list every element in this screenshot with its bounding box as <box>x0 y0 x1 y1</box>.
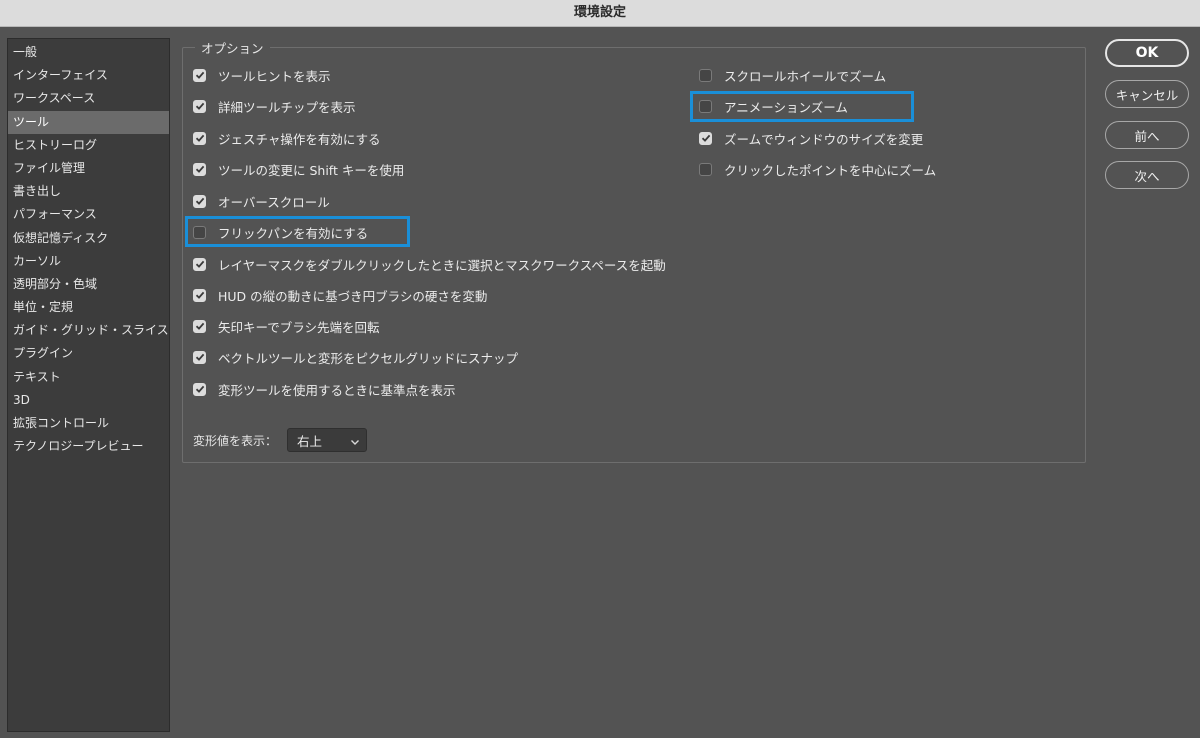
option-show-tooltips[interactable]: ツールヒントを表示 <box>193 65 331 85</box>
option-zoom-clicked-point-to-center[interactable]: クリックしたポイントを中心にズーム <box>699 159 936 179</box>
chevron-down-icon <box>350 435 360 450</box>
checkbox-checked-icon[interactable] <box>193 194 206 208</box>
checkbox-checked-icon[interactable] <box>193 382 206 396</box>
sidebar-item-general[interactable]: 一般 <box>8 41 169 64</box>
options-group-title: オプション <box>195 38 270 57</box>
checkbox-checked-icon[interactable] <box>193 99 206 113</box>
sidebar-item-export[interactable]: 書き出し <box>8 180 169 203</box>
option-hud-brush-hardness[interactable]: HUD の縦の動きに基づき円ブラシの硬さを変動 <box>193 285 487 305</box>
sidebar-item-transparency-gamut[interactable]: 透明部分・色域 <box>8 273 169 296</box>
checkbox-checked-icon[interactable] <box>193 319 206 333</box>
option-label: ジェスチャ操作を有効にする <box>218 131 381 147</box>
option-label: HUD の縦の動きに基づき円ブラシの硬さを変動 <box>218 288 488 304</box>
option-label: 詳細ツールチップを表示 <box>218 99 356 115</box>
transform-values-row: 変形値を表示： 右上 <box>193 428 368 452</box>
cancel-button[interactable]: キャンセル <box>1105 80 1189 108</box>
option-show-rich-tooltips[interactable]: 詳細ツールチップを表示 <box>193 96 356 116</box>
option-show-reference-point[interactable]: 変形ツールを使用するときに基準点を表示 <box>193 379 456 399</box>
option-overscroll[interactable]: オーバースクロール <box>193 191 330 211</box>
option-label: アニメーションズーム <box>724 99 848 115</box>
option-label: 変形ツールを使用するときに基準点を表示 <box>218 382 456 398</box>
option-label: クリックしたポイントを中心にズーム <box>724 162 937 178</box>
sidebar-item-cursors[interactable]: カーソル <box>8 250 169 273</box>
ok-button[interactable]: OK <box>1105 39 1189 67</box>
checkbox-checked-icon[interactable] <box>193 68 206 82</box>
checkbox-checked-icon[interactable] <box>193 162 206 176</box>
option-label: フリックパンを有効にする <box>218 225 369 241</box>
sidebar-item-technology-previews[interactable]: テクノロジープレビュー <box>8 435 169 458</box>
option-label: ベクトルツールと変形をピクセルグリッドにスナップ <box>218 350 519 366</box>
checkbox-checked-icon[interactable] <box>193 350 206 364</box>
option-label: ツールヒントを表示 <box>218 68 331 84</box>
checkbox-checked-icon[interactable] <box>193 131 206 145</box>
transform-values-selected: 右上 <box>297 433 323 449</box>
sidebar-item-workspace[interactable]: ワークスペース <box>8 87 169 110</box>
sidebar: 一般 インターフェイス ワークスペース ツール ヒストリーログ ファイル管理 書… <box>7 38 170 732</box>
checkbox-unchecked-icon[interactable] <box>699 68 712 82</box>
option-label: レイヤーマスクをダブルクリックしたときに選択とマスクワークスペースを起動 <box>218 257 666 273</box>
sidebar-item-units-rulers[interactable]: 単位・定規 <box>8 296 169 319</box>
option-animated-zoom[interactable]: アニメーションズーム <box>699 96 848 116</box>
sidebar-item-3d[interactable]: 3D <box>8 389 169 412</box>
sidebar-item-type[interactable]: テキスト <box>8 366 169 389</box>
option-zoom-with-scroll-wheel[interactable]: スクロールホイールでズーム <box>699 65 886 85</box>
checkbox-checked-icon[interactable] <box>193 257 206 271</box>
option-arrow-keys-rotate-brush[interactable]: 矢印キーでブラシ先端を回転 <box>193 316 380 336</box>
sidebar-item-plugins[interactable]: プラグイン <box>8 342 169 365</box>
window-title: 環境設定 <box>0 0 1200 27</box>
option-snap-to-pixel-grid[interactable]: ベクトルツールと変形をピクセルグリッドにスナップ <box>193 347 518 367</box>
next-button[interactable]: 次へ <box>1105 161 1189 189</box>
prev-button[interactable]: 前へ <box>1105 121 1189 149</box>
sidebar-item-guides-grid-slices[interactable]: ガイド・グリッド・スライス <box>8 319 169 342</box>
option-enable-gestures[interactable]: ジェスチャ操作を有効にする <box>193 128 381 148</box>
transform-values-select[interactable]: 右上 <box>287 428 368 452</box>
option-label: 矢印キーでブラシ先端を回転 <box>218 319 380 335</box>
option-label: スクロールホイールでズーム <box>724 68 887 84</box>
checkbox-checked-icon[interactable] <box>699 131 712 145</box>
option-enable-flick-panning[interactable]: フリックパンを有効にする <box>193 222 368 242</box>
option-label: オーバースクロール <box>218 194 330 210</box>
transform-values-label: 変形値を表示： <box>193 433 278 448</box>
option-shift-key-tool-switch[interactable]: ツールの変更に Shift キーを使用 <box>193 159 404 179</box>
checkbox-checked-icon[interactable] <box>193 288 206 302</box>
checkbox-unchecked-icon[interactable] <box>699 99 712 113</box>
sidebar-item-performance[interactable]: パフォーマンス <box>8 203 169 226</box>
option-label: ツールの変更に Shift キーを使用 <box>218 162 405 178</box>
sidebar-item-scratch-disks[interactable]: 仮想記憶ディスク <box>8 227 169 250</box>
sidebar-item-history-log[interactable]: ヒストリーログ <box>8 134 169 157</box>
option-double-click-mask-workspace[interactable]: レイヤーマスクをダブルクリックしたときに選択とマスクワークスペースを起動 <box>193 254 666 274</box>
sidebar-item-tools[interactable]: ツール <box>8 110 169 134</box>
option-zoom-resizes-windows[interactable]: ズームでウィンドウのサイズを変更 <box>699 128 923 148</box>
sidebar-item-enhanced-controls[interactable]: 拡張コントロール <box>8 412 169 435</box>
sidebar-item-file-handling[interactable]: ファイル管理 <box>8 157 169 180</box>
checkbox-unchecked-icon[interactable] <box>193 225 206 239</box>
checkbox-unchecked-icon[interactable] <box>699 162 712 176</box>
sidebar-item-interface[interactable]: インターフェイス <box>8 64 169 87</box>
option-label: ズームでウィンドウのサイズを変更 <box>724 131 924 147</box>
